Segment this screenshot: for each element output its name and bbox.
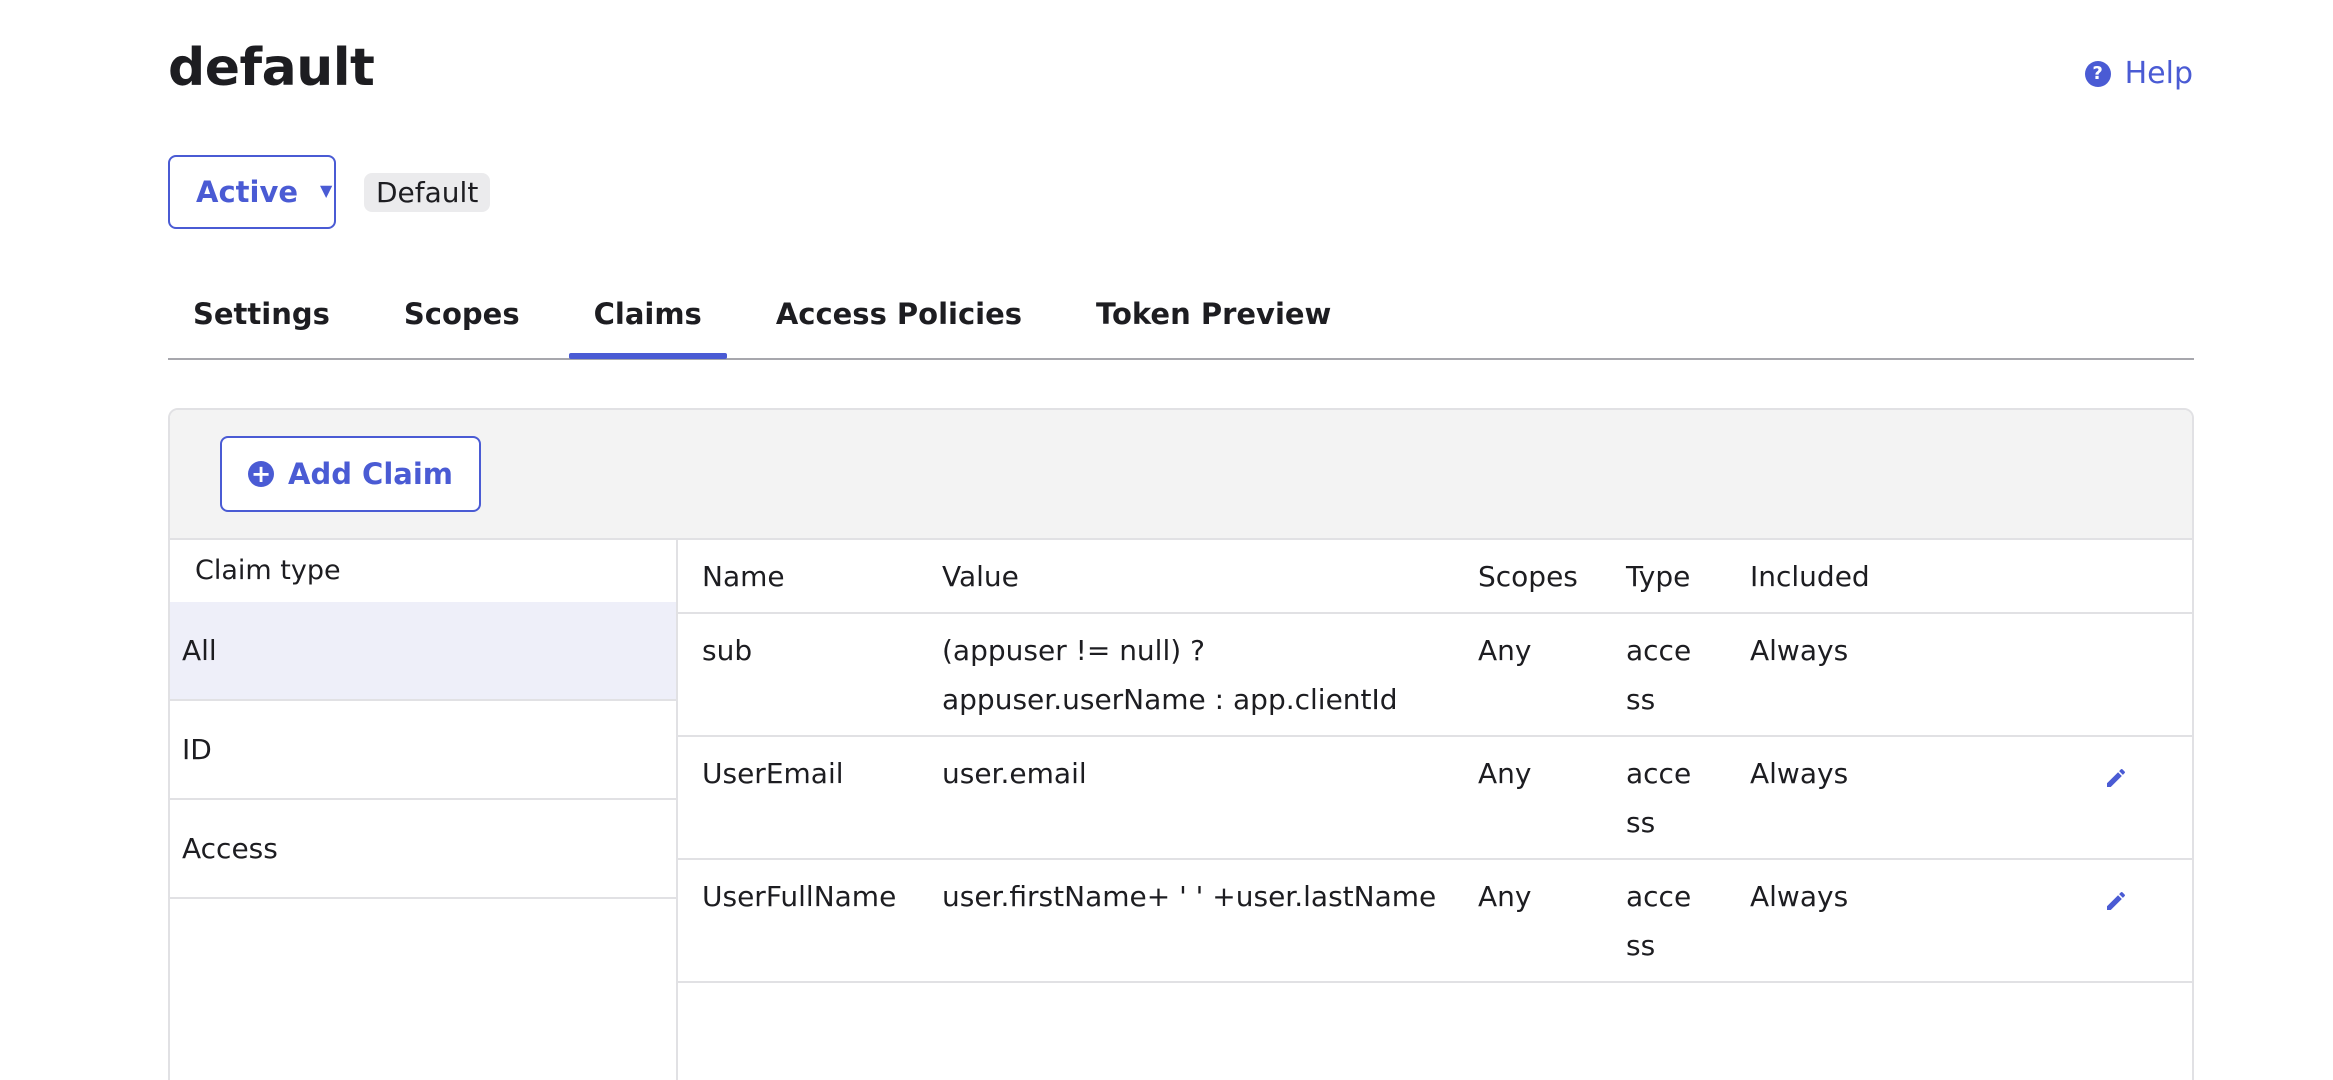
plus-circle-icon: + [248, 461, 274, 487]
claim-type-all[interactable]: All [170, 602, 676, 701]
tab-access-policies[interactable]: Access Policies [751, 280, 1047, 358]
help-label: Help [2124, 56, 2193, 91]
claim-included: Always [1750, 880, 1849, 913]
claim-type: access [1602, 872, 1726, 970]
claims-toolbar: + Add Claim [170, 410, 2192, 540]
claim-scopes: Any [1478, 634, 1532, 667]
status-dropdown[interactable]: Active ▼ [168, 155, 336, 229]
claim-type-header: Claim type [195, 555, 341, 586]
claim-value: user.email [942, 757, 1087, 790]
column-header-included: Included [1750, 559, 1870, 593]
edit-claim-button[interactable] [2101, 763, 2131, 793]
claims-body: Claim type All ID Access Name Value Scop… [170, 540, 2192, 1080]
claim-type: access [1602, 749, 1726, 847]
tab-scopes[interactable]: Scopes [379, 280, 545, 358]
pencil-icon [2107, 891, 2126, 910]
add-claim-button[interactable]: + Add Claim [220, 436, 482, 512]
claim-type-access[interactable]: Access [170, 800, 676, 899]
edit-claim-button[interactable] [2101, 886, 2131, 916]
table-row: sub (appuser != null) ? appuser.userName… [678, 614, 2192, 737]
column-header-value: Value [942, 559, 1019, 593]
tab-bar: Settings Scopes Claims Access Policies T… [168, 280, 2194, 360]
claim-included: Always [1750, 634, 1849, 667]
claim-type-filter: Claim type All ID Access [170, 540, 678, 1080]
claim-scopes: Any [1478, 880, 1532, 913]
authorization-server-page: default ? Help Active ▼ Default Settings… [0, 0, 2333, 1080]
claims-table: Name Value Scopes Type Included sub (app… [678, 540, 2192, 1080]
column-header-type: Type [1626, 559, 1691, 593]
claim-type-id[interactable]: ID [170, 701, 676, 800]
claim-name: sub [702, 634, 753, 667]
page-title: default [168, 38, 375, 98]
tab-token-preview[interactable]: Token Preview [1071, 280, 1356, 358]
claim-type-text: access [1626, 757, 1692, 839]
table-header: Name Value Scopes Type Included [678, 540, 2192, 614]
claim-scopes: Any [1478, 757, 1532, 790]
claim-type-text: access [1626, 880, 1692, 962]
pencil-icon [2107, 768, 2126, 787]
claims-panel: + Add Claim Claim type All ID Access Nam… [168, 408, 2194, 1080]
tab-settings[interactable]: Settings [168, 280, 355, 358]
table-row: UserFullName user.firstName+ ' ' +user.l… [678, 860, 2192, 983]
table-row: UserEmail user.email Any access Always [678, 737, 2192, 860]
column-header-scopes: Scopes [1478, 559, 1578, 593]
status-row: Active ▼ Default [168, 155, 491, 229]
claim-included: Always [1750, 757, 1849, 790]
question-circle-icon: ? [2084, 60, 2111, 87]
help-link[interactable]: ? Help [2084, 56, 2193, 91]
tab-claims[interactable]: Claims [568, 280, 728, 359]
claim-name: UserEmail [702, 757, 844, 790]
default-badge: Default [364, 172, 491, 212]
caret-down-icon: ▼ [320, 180, 333, 200]
column-header-name: Name [702, 559, 785, 593]
add-claim-label: Add Claim [288, 457, 454, 491]
claim-value: (appuser != null) ? appuser.userName : a… [942, 634, 1398, 716]
claim-type-text: access [1626, 634, 1692, 716]
claim-value: user.firstName+ ' ' +user.lastName [942, 880, 1437, 913]
claim-type: access [1602, 626, 1726, 724]
status-dropdown-value: Active [196, 175, 299, 209]
claim-name: UserFullName [702, 880, 897, 913]
